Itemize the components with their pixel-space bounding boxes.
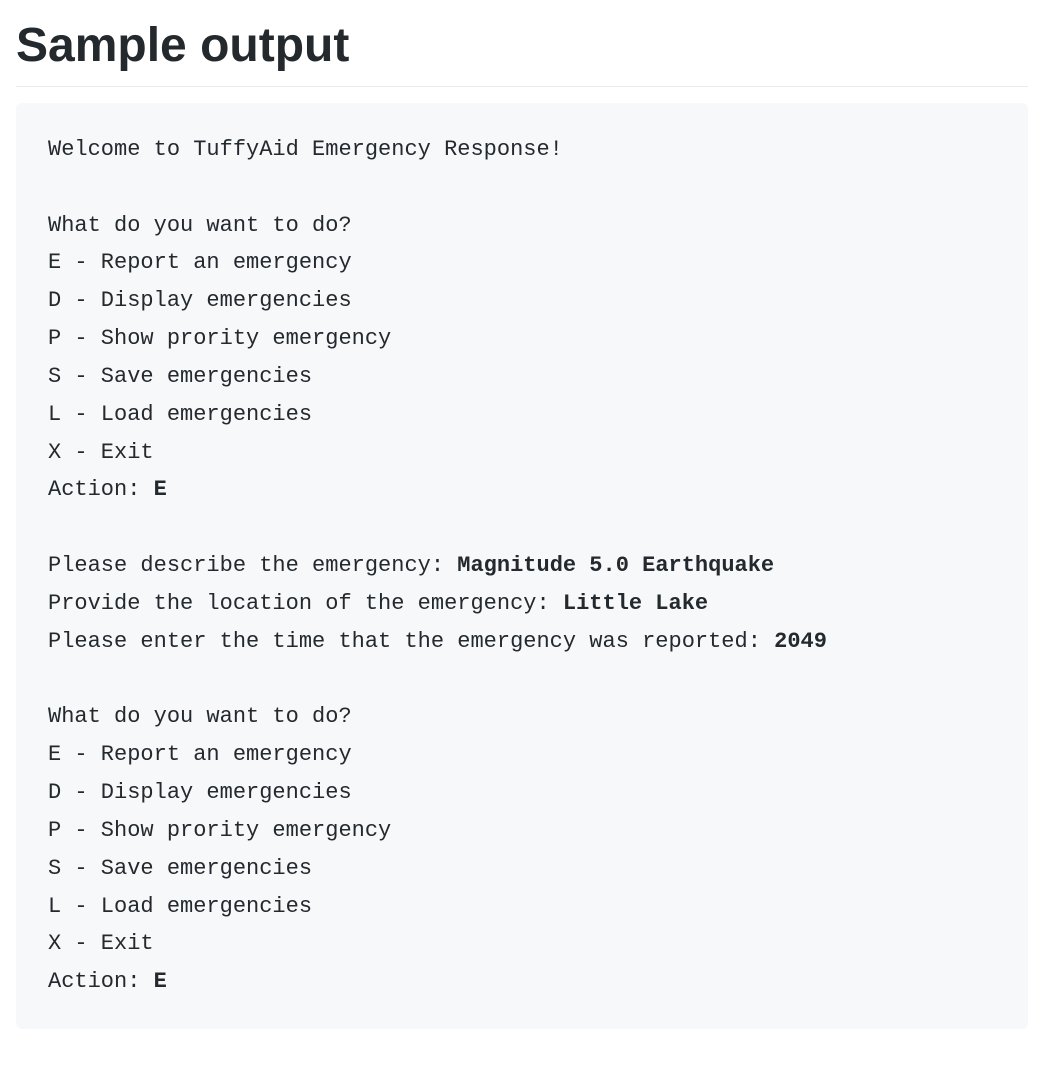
prompt-describe: Please describe the emergency: — [48, 553, 457, 578]
menu-opt-p-2: P - Show prority emergency — [48, 818, 391, 843]
welcome-line: Welcome to TuffyAid Emergency Response! — [48, 137, 563, 162]
action-input-2: E — [154, 969, 167, 994]
action-input-1: E — [154, 477, 167, 502]
menu-opt-l-2: L - Load emergencies — [48, 894, 312, 919]
input-location: Little Lake — [563, 591, 708, 616]
menu-opt-d-2: D - Display emergencies — [48, 780, 352, 805]
page-title: Sample output — [16, 16, 1028, 87]
menu-opt-p-1: P - Show prority emergency — [48, 326, 391, 351]
menu-opt-e-1: E - Report an emergency — [48, 250, 352, 275]
prompt-time: Please enter the time that the emergency… — [48, 629, 774, 654]
sample-output-code: Welcome to TuffyAid Emergency Response! … — [16, 103, 1028, 1029]
menu-opt-s-2: S - Save emergencies — [48, 856, 312, 881]
menu-opt-d-1: D - Display emergencies — [48, 288, 352, 313]
menu-opt-e-2: E - Report an emergency — [48, 742, 352, 767]
prompt-location: Provide the location of the emergency: — [48, 591, 563, 616]
menu-header-2: What do you want to do? — [48, 704, 352, 729]
input-time: 2049 — [774, 629, 827, 654]
input-describe: Magnitude 5.0 Earthquake — [457, 553, 774, 578]
menu-opt-s-1: S - Save emergencies — [48, 364, 312, 389]
menu-header-1: What do you want to do? — [48, 213, 352, 238]
action-label-1: Action: — [48, 477, 154, 502]
action-label-2: Action: — [48, 969, 154, 994]
menu-opt-x-2: X - Exit — [48, 931, 154, 956]
menu-opt-l-1: L - Load emergencies — [48, 402, 312, 427]
menu-opt-x-1: X - Exit — [48, 440, 154, 465]
